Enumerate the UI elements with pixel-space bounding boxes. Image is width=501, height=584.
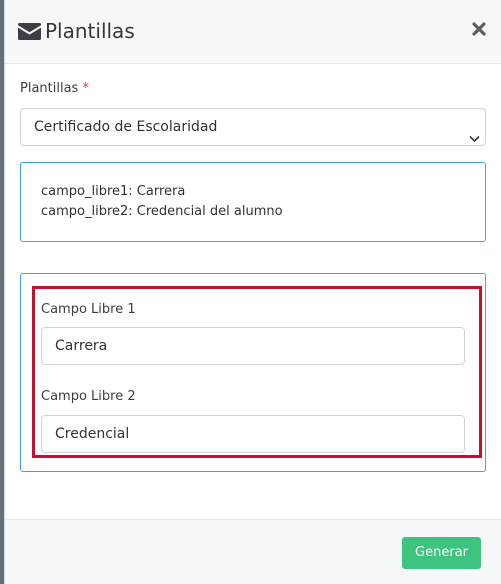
campo-libre-2-input[interactable]	[41, 415, 465, 453]
campo-libre-1-input[interactable]	[41, 327, 465, 365]
chevron-down-icon	[469, 122, 480, 142]
modal-header: Plantillas	[5, 0, 501, 64]
modal-title: Plantillas	[45, 19, 135, 43]
generar-button[interactable]: Generar	[402, 537, 481, 569]
plantillas-modal: Plantillas Plantillas * Certificado de E…	[4, 0, 501, 584]
template-select[interactable]: Certificado de Escolaridad	[20, 108, 486, 146]
template-select-label: Plantillas *	[20, 80, 89, 98]
campo-libre-2-label: Campo Libre 2	[41, 389, 136, 404]
required-mark: *	[82, 81, 89, 96]
info-line-1: campo_libre1: Carrera	[41, 184, 186, 199]
envelope-icon	[18, 21, 41, 41]
info-line-2: campo_libre2: Credencial del alumno	[41, 204, 283, 219]
campo-libre-1-label: Campo Libre 1	[41, 302, 136, 317]
field-info-box: campo_libre1: Carrera campo_libre2: Cred…	[20, 162, 486, 242]
close-icon[interactable]	[469, 19, 489, 39]
template-select-value: Certificado de Escolaridad	[34, 119, 218, 135]
template-select-label-text: Plantillas	[20, 81, 79, 96]
